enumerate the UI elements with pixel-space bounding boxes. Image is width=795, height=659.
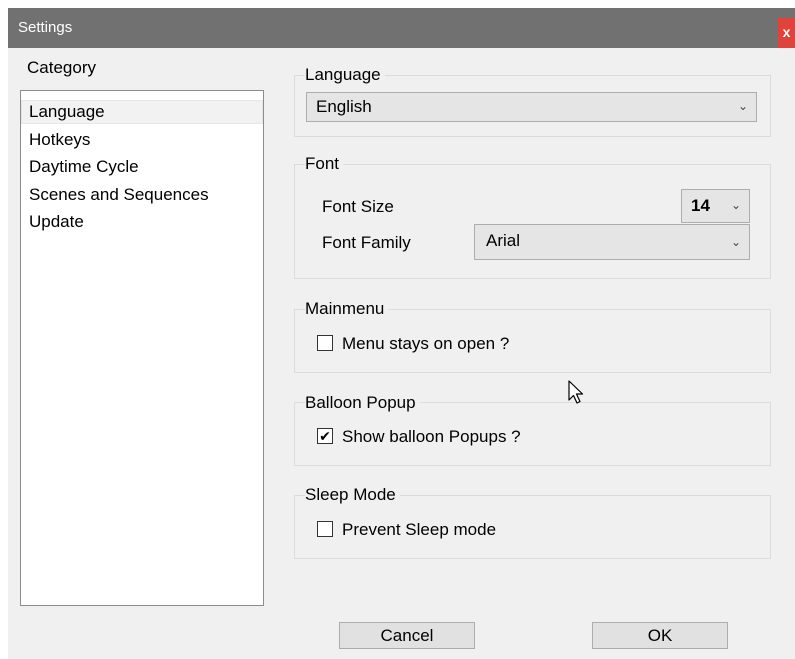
cancel-button[interactable]: Cancel	[339, 622, 475, 649]
font-family-label: Font Family	[322, 233, 411, 252]
language-select-value: English	[316, 97, 372, 116]
menu-stays-open-checkbox[interactable]	[317, 335, 333, 351]
category-label: Category	[27, 58, 96, 77]
category-item-update[interactable]: Update	[29, 211, 84, 233]
category-item-scenes-and-sequences[interactable]: Scenes and Sequences	[29, 184, 209, 206]
settings-window: Settings x Category Language Hotkeys Day…	[8, 8, 795, 659]
font-group-title: Font	[305, 154, 344, 174]
sleep-mode-group-title: Sleep Mode	[305, 485, 400, 505]
close-button[interactable]: x	[778, 18, 795, 48]
mouse-pointer-icon	[568, 380, 586, 411]
show-balloon-popups-label[interactable]: Show balloon Popups ?	[342, 427, 521, 447]
show-balloon-popups-checkbox[interactable]: ✔	[317, 428, 333, 444]
ok-button[interactable]: OK	[592, 622, 728, 649]
category-item-daytime-cycle[interactable]: Daytime Cycle	[29, 156, 139, 178]
language-group-title: Language	[305, 65, 385, 85]
category-list[interactable]: Language Hotkeys Daytime Cycle Scenes an…	[20, 90, 264, 606]
chevron-down-icon: ⌄	[730, 198, 741, 212]
language-select[interactable]: English ⌄	[306, 92, 757, 122]
category-item-language[interactable]: Language	[21, 100, 263, 124]
menu-stays-open-label[interactable]: Menu stays on open ?	[342, 334, 509, 354]
prevent-sleep-mode-checkbox[interactable]	[317, 521, 333, 537]
mainmenu-group-title: Mainmenu	[305, 299, 389, 319]
close-icon: x	[782, 24, 791, 40]
font-family-select[interactable]: Arial ⌄	[474, 224, 750, 260]
font-size-select[interactable]: 14 ⌄	[681, 189, 750, 223]
balloon-popup-group-title: Balloon Popup	[305, 393, 420, 413]
title-bar: Settings x	[8, 8, 795, 48]
category-item-hotkeys[interactable]: Hotkeys	[29, 129, 90, 151]
window-title: Settings	[18, 19, 73, 36]
prevent-sleep-mode-label[interactable]: Prevent Sleep mode	[342, 520, 496, 540]
font-family-value: Arial	[486, 231, 521, 250]
font-size-value: 14	[691, 196, 710, 215]
font-size-label: Font Size	[322, 197, 394, 216]
chevron-down-icon: ⌄	[737, 99, 748, 113]
chevron-down-icon: ⌄	[730, 235, 741, 249]
checkmark-icon: ✔	[319, 428, 331, 444]
